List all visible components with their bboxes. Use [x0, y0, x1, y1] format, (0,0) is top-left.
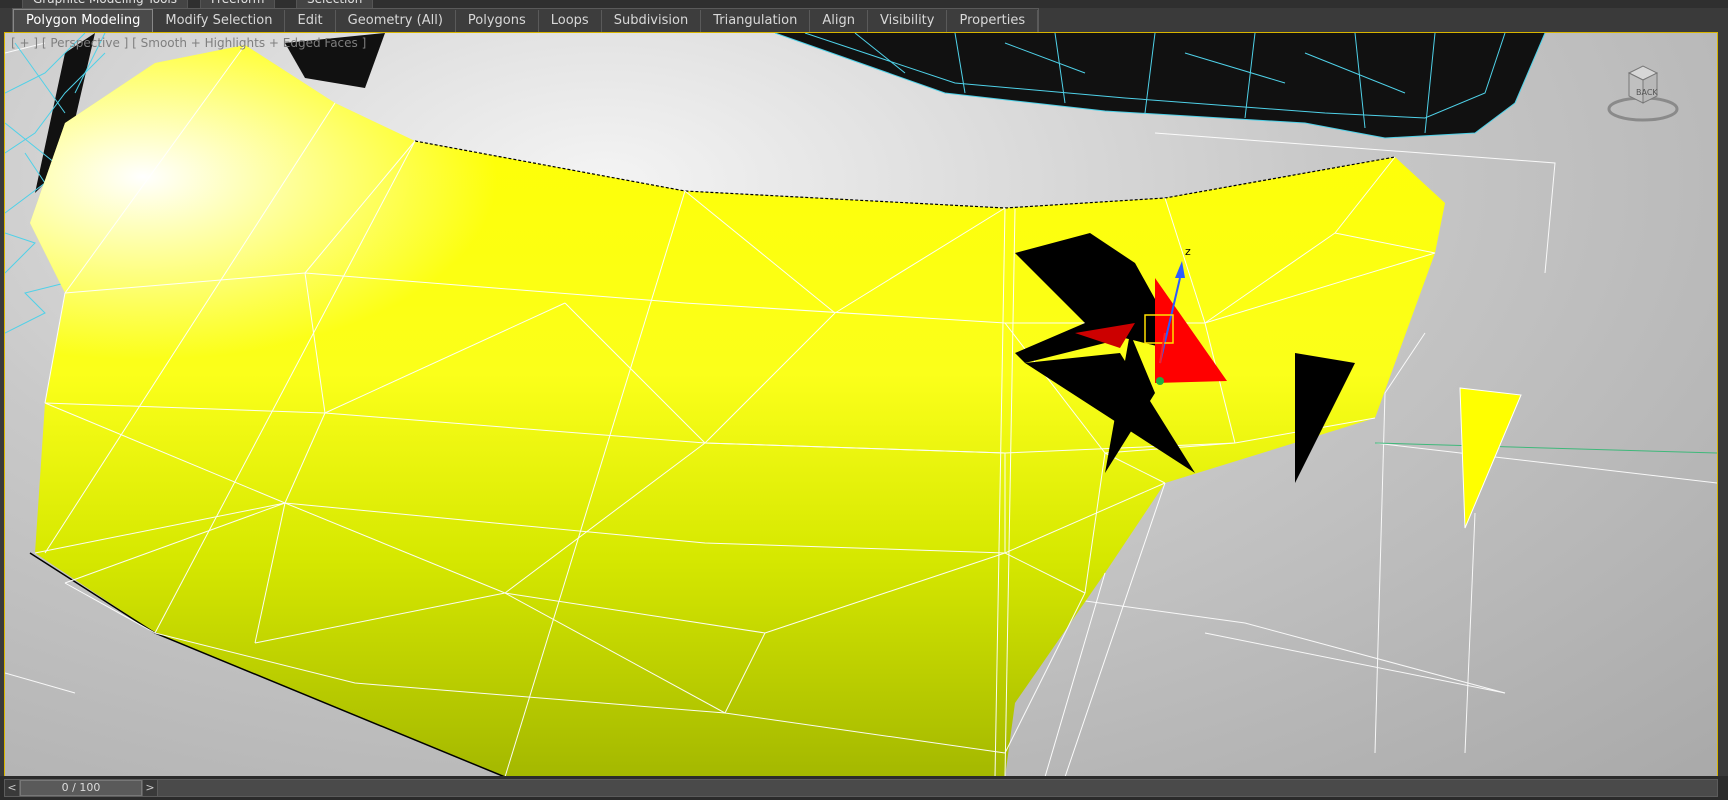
ribbon-tab-triangulation[interactable]: Triangulation: [701, 10, 811, 32]
ribbon-tab-align[interactable]: Align: [810, 10, 868, 32]
ribbon-tab-edit[interactable]: Edit: [285, 10, 336, 32]
viewport-scene[interactable]: z: [5, 33, 1717, 777]
ribbon-tab-properties[interactable]: Properties: [947, 10, 1039, 32]
viewcube[interactable]: BACK: [1605, 57, 1681, 127]
ribbon-tab-subdivision[interactable]: Subdivision: [602, 10, 702, 32]
time-next-button[interactable]: >: [142, 779, 158, 797]
tab-selection[interactable]: Selection: [296, 0, 374, 8]
ribbon-tab-polygon-modeling[interactable]: Polygon Modeling: [13, 9, 154, 33]
ribbon-tab-modify-selection[interactable]: Modify Selection: [153, 10, 286, 32]
tab-freeform[interactable]: Freeform: [200, 0, 276, 8]
ribbon-tab-loops[interactable]: Loops: [539, 10, 602, 32]
selected-yellow-mesh[interactable]: [29, 44, 1445, 777]
ribbon-panel-bar: Polygon Modeling Modify Selection Edit G…: [12, 8, 1040, 34]
upper-mesh-object: [774, 33, 1546, 139]
time-prev-button[interactable]: <: [4, 779, 20, 797]
tab-graphite-modeling-tools[interactable]: Graphite Modeling Tools: [22, 0, 189, 8]
detached-face[interactable]: [1459, 387, 1522, 529]
gizmo-z-label: z: [1185, 245, 1191, 258]
viewcube-face-label: BACK: [1636, 88, 1658, 97]
time-slider-thumb[interactable]: 0 / 100: [20, 780, 142, 796]
grid-axis-line: [1374, 442, 1717, 454]
top-tab-bar: Graphite Modeling Tools Freeform Selecti…: [0, 0, 1728, 8]
time-slider-bar: < 0 / 100 >: [0, 776, 1728, 800]
ribbon-tab-polygons[interactable]: Polygons: [456, 10, 539, 32]
ribbon-tab-visibility[interactable]: Visibility: [868, 10, 948, 32]
perspective-viewport[interactable]: z [ + ] [ Perspective ] [ Smooth + Highl…: [4, 32, 1718, 778]
ribbon-tab-geometry-all[interactable]: Geometry (All): [336, 10, 456, 32]
time-track[interactable]: [4, 779, 1718, 797]
viewport-label[interactable]: [ + ] [ Perspective ] [ Smooth + Highlig…: [11, 36, 366, 50]
